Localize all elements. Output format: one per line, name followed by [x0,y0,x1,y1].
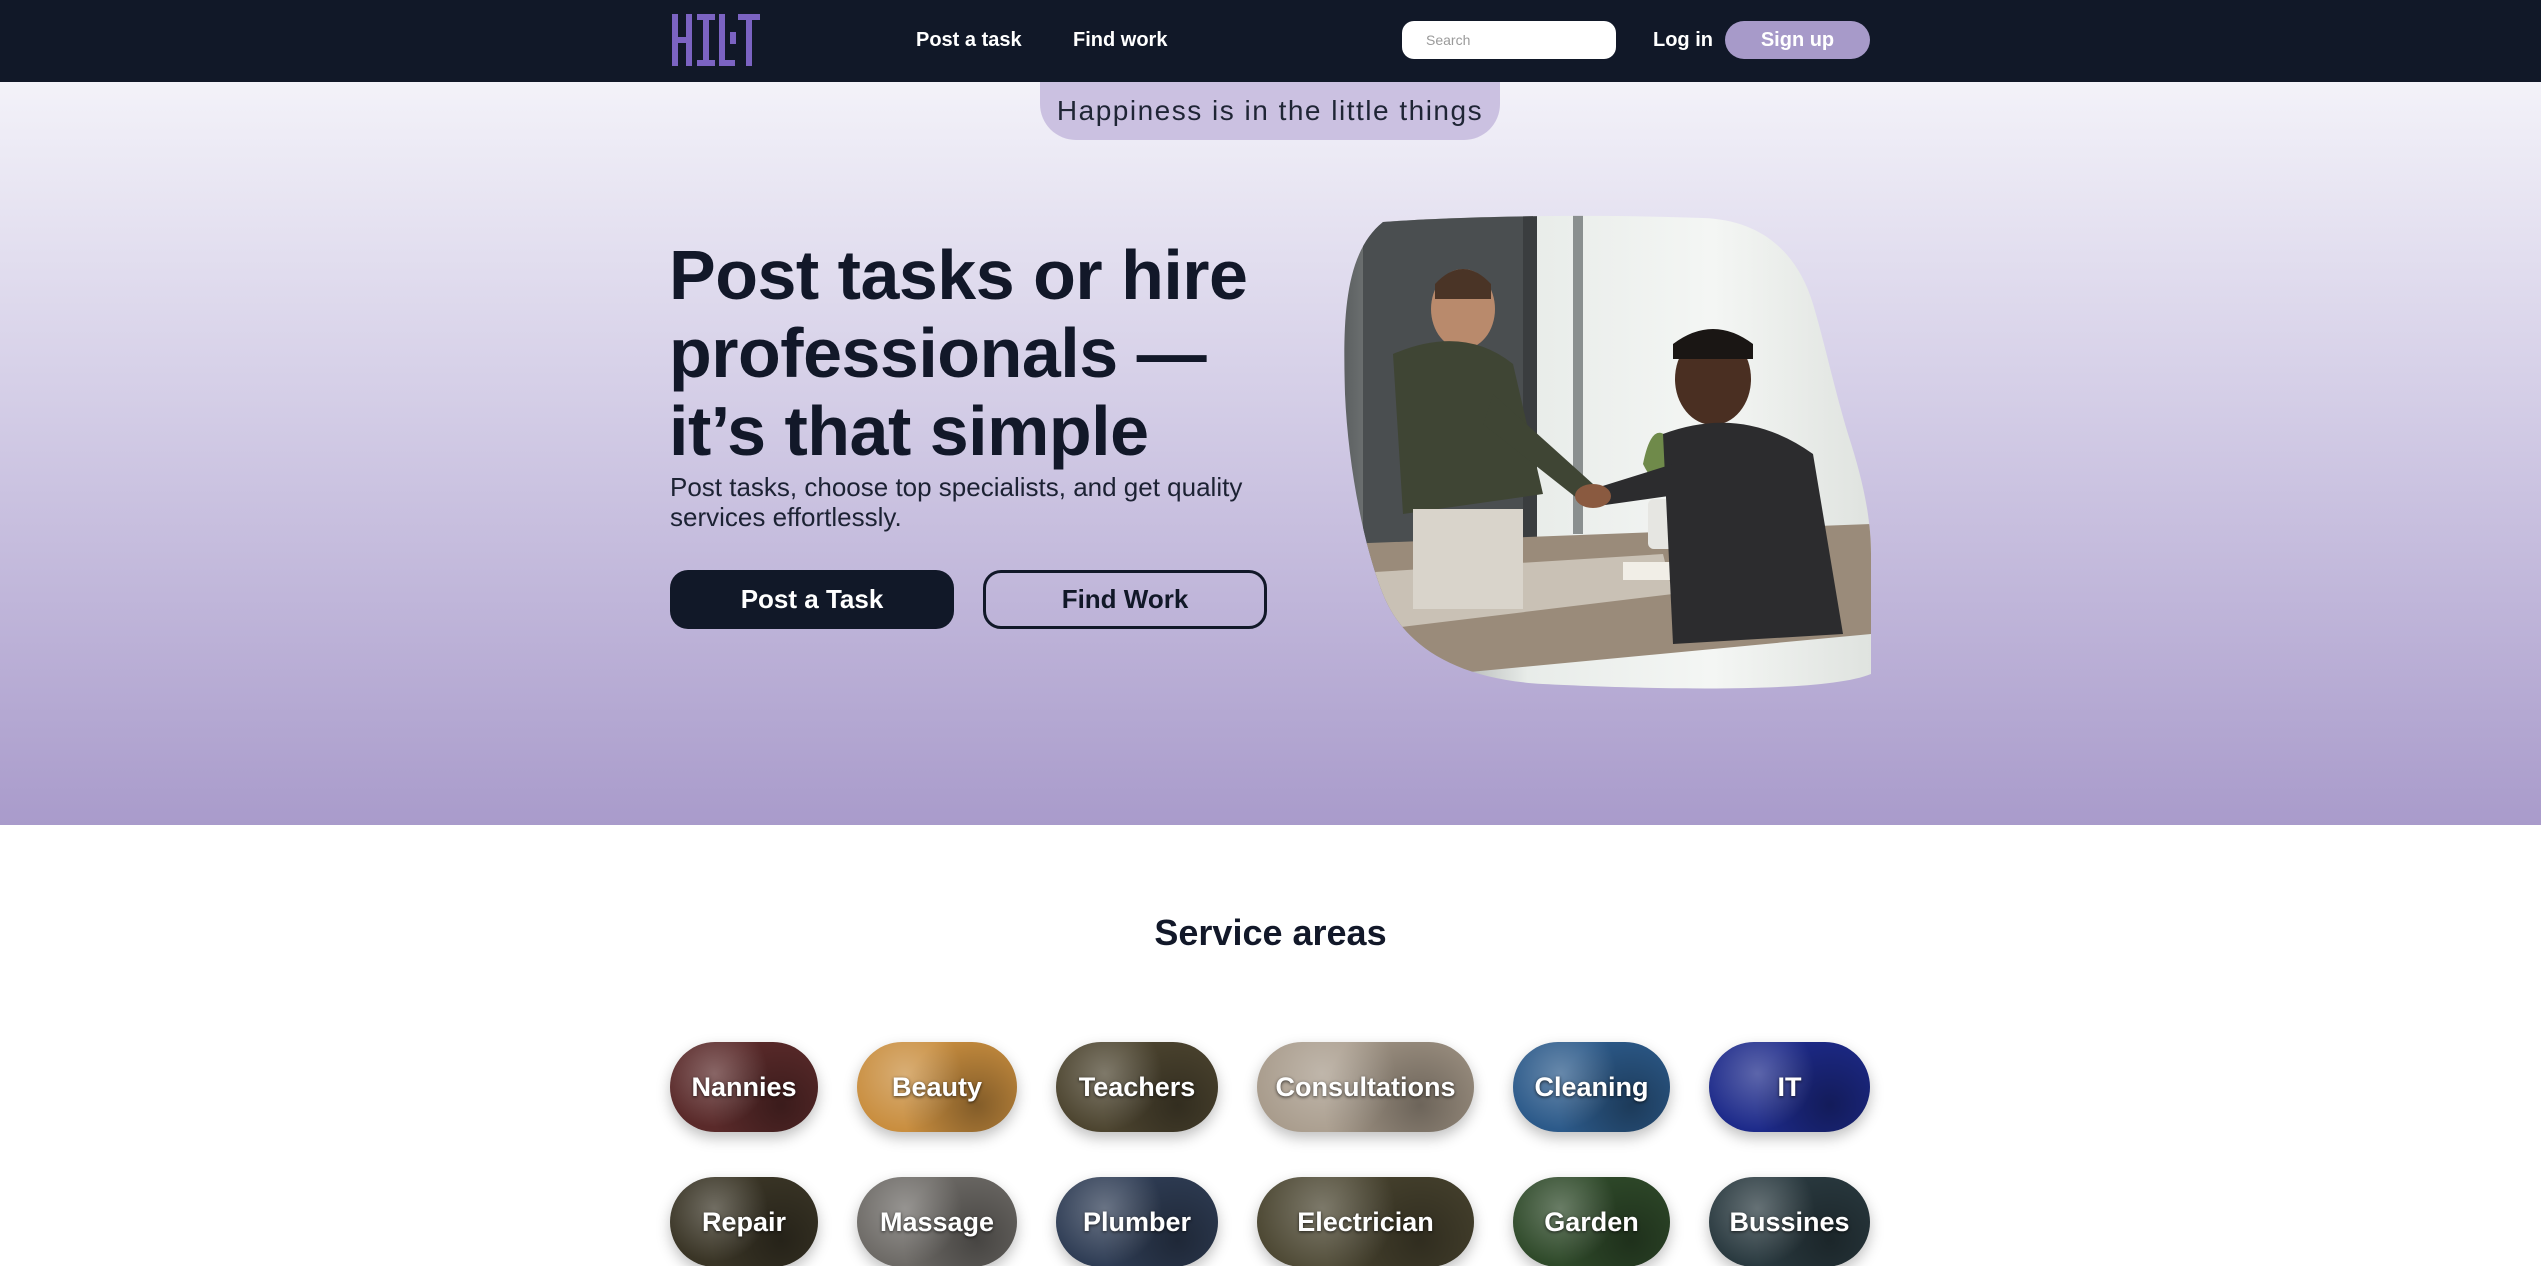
service-chip-cleaning[interactable]: Cleaning [1513,1042,1670,1132]
service-chip-label: Nannies [691,1071,797,1102]
handshake-photo-icon [1344,215,1871,689]
service-areas-title: Service areas [1154,912,1387,953]
service-chip-label: Garden [1544,1206,1639,1237]
nav-find-work[interactable]: Find work [1073,27,1167,53]
service-chip-label: Massage [879,1206,995,1237]
service-chip-label: Beauty [891,1071,983,1102]
service-chip-beauty[interactable]: Beauty [857,1042,1017,1132]
signup-button[interactable]: Sign up [1725,21,1870,59]
hero-section: Happiness is in the little things Post t… [0,82,2541,825]
hitlt-logo-icon[interactable] [672,14,774,66]
service-chip-repair[interactable]: Repair [670,1177,818,1266]
service-chip-bussines[interactable]: Bussines [1709,1177,1870,1266]
service-chip-label: Plumber [1082,1206,1192,1237]
login-link[interactable]: Log in [1653,27,1713,53]
post-a-task-button[interactable]: Post a Task [670,570,954,629]
service-chip-label: Cleaning [1534,1071,1649,1102]
service-chip-label: Repair [701,1206,787,1237]
top-navbar: Post a task Find work Log in Sign up [0,0,2541,82]
hero-title: Post tasks or hire professionals — it’s … [669,236,1248,470]
service-chip-garden[interactable]: Garden [1513,1177,1670,1266]
service-chip-label: Bussines [1729,1206,1850,1237]
service-chip-label: Teachers [1078,1071,1196,1102]
nav-post-a-task[interactable]: Post a task [916,27,1022,53]
service-chip-consultations[interactable]: Consultations [1257,1042,1474,1132]
service-chip-label: Electrician [1297,1206,1434,1237]
service-chip-electrician[interactable]: Electrician [1257,1177,1474,1266]
hero-subtitle: Post tasks, choose top specialists, and … [670,472,1243,532]
service-chip-label: Consultations [1275,1071,1456,1102]
service-chip-massage[interactable]: Massage [857,1177,1017,1266]
find-work-button[interactable]: Find Work [983,570,1267,629]
service-chip-label: IT [1777,1071,1802,1102]
tagline-badge: Happiness is in the little things [1040,82,1500,140]
service-chip-plumber[interactable]: Plumber [1056,1177,1218,1266]
service-chip-nannies[interactable]: Nannies [670,1042,818,1132]
service-chip-teachers[interactable]: Teachers [1056,1042,1218,1132]
service-chip-it[interactable]: IT [1709,1042,1870,1132]
search-input[interactable] [1402,21,1616,59]
